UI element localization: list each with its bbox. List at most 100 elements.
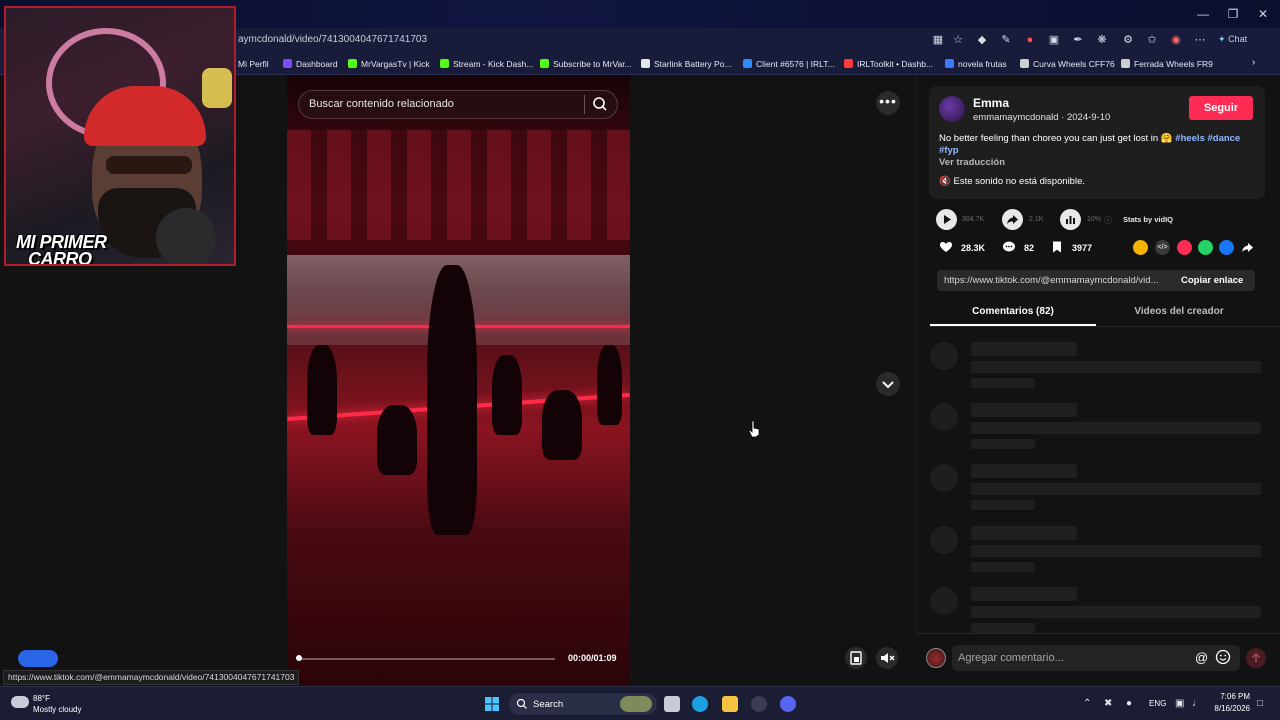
send-to-friends-icon[interactable] xyxy=(1177,240,1192,255)
video-link[interactable]: https://www.tiktok.com/@emmamaymcdonald/… xyxy=(944,275,1169,286)
comment-skeleton-line xyxy=(971,439,1035,449)
bookmark-item[interactable]: MrVargasTv | Kick xyxy=(348,57,430,71)
tab-creator-videos[interactable]: Videos del creador xyxy=(1096,306,1262,317)
author-avatar[interactable] xyxy=(939,96,965,122)
tab-divider xyxy=(930,326,1280,327)
volume-icon[interactable]: ♩ xyxy=(1192,698,1202,709)
cloud-icon[interactable] xyxy=(11,696,29,708)
stats-by-vidiq[interactable]: Stats by vidIQ xyxy=(1123,215,1173,224)
bookmark-item[interactable]: Ferrada Wheels FR9 xyxy=(1121,57,1213,71)
extension-box-icon[interactable]: ▣ xyxy=(1046,32,1062,48)
obs-icon[interactable] xyxy=(751,696,767,712)
maximize-icon[interactable]: ❐ xyxy=(1218,4,1248,24)
extension-pen-icon[interactable]: ✎ xyxy=(998,32,1014,48)
hashtag-link[interactable]: #dance xyxy=(1208,133,1241,144)
display-icon[interactable]: ▣ xyxy=(1175,698,1184,709)
clock-date[interactable]: 8/16/2026 xyxy=(1208,704,1250,713)
network-off-icon[interactable]: ✖ xyxy=(1104,698,1112,709)
more-options-button[interactable]: ••• xyxy=(876,91,900,115)
copy-link-button[interactable]: Copiar enlace xyxy=(1181,275,1243,286)
next-video-button[interactable] xyxy=(876,372,900,396)
bookmark-item[interactable]: Curva Wheels CFF76 xyxy=(1020,57,1115,71)
extension-gear-icon[interactable]: ❋ xyxy=(1094,32,1110,48)
mute-button[interactable] xyxy=(876,647,898,669)
clock-time[interactable]: 7:06 PM xyxy=(1212,692,1250,701)
embed-code-icon[interactable]: </> xyxy=(1155,240,1170,255)
video-progress-knob[interactable] xyxy=(296,655,302,661)
edge-browser-icon[interactable] xyxy=(692,696,708,712)
video-dancer xyxy=(597,345,622,425)
hashtag-link[interactable]: #fyp xyxy=(939,145,959,156)
send-comment-button[interactable] xyxy=(1246,648,1266,668)
engagement-stat[interactable] xyxy=(1060,209,1081,230)
task-view-icon[interactable] xyxy=(664,696,680,712)
bookmark-icon[interactable] xyxy=(1050,240,1064,254)
comment-skeleton-line xyxy=(971,545,1261,557)
keyboard-language[interactable]: ENG xyxy=(1149,699,1166,708)
chevron-down-icon xyxy=(882,381,894,389)
file-explorer-icon[interactable] xyxy=(722,696,738,712)
bookmark-label: Ferrada Wheels FR9 xyxy=(1134,59,1213,69)
more-share-icon[interactable] xyxy=(1240,240,1255,255)
related-search-placeholder[interactable]: Buscar contenido relacionado xyxy=(309,98,454,110)
windows-start-icon[interactable] xyxy=(484,696,500,712)
tab-comments[interactable]: Comentarios (82) xyxy=(930,306,1096,317)
more-menu-icon[interactable]: ⋯ xyxy=(1192,32,1208,48)
comment-skeleton-line xyxy=(971,378,1035,388)
plays-stat[interactable] xyxy=(936,209,957,230)
bookmark-label: Mi Perfil xyxy=(238,59,269,69)
hashtag-link[interactable]: #heels xyxy=(1175,133,1205,144)
close-icon[interactable]: ✕ xyxy=(1248,4,1278,24)
author-handle[interactable]: emmamaymcdonald · 2024-9-10 xyxy=(973,112,1110,123)
extension-pill[interactable] xyxy=(18,650,58,667)
bookmarks-chevron-icon[interactable]: › xyxy=(1252,57,1255,68)
shares-stat[interactable] xyxy=(1002,209,1023,230)
emoji-icon[interactable] xyxy=(1215,649,1231,665)
url-text[interactable]: aymcdonald/video/7413004047671741703 xyxy=(238,34,427,45)
video-progress-track[interactable] xyxy=(298,658,555,660)
facebook-icon[interactable] xyxy=(1219,240,1234,255)
shares-count: 2.1K xyxy=(1029,216,1044,223)
author-name[interactable]: Emma xyxy=(973,96,1009,110)
coin-share-icon[interactable] xyxy=(1133,240,1148,255)
discord-icon[interactable] xyxy=(780,696,796,712)
video-dancer xyxy=(307,345,337,435)
search-highlight-icon xyxy=(620,696,652,712)
bookmark-item[interactable]: Subscribe to MrVar... xyxy=(540,57,632,71)
bookmark-item[interactable]: novela frutas xyxy=(945,57,1007,71)
favorites-icon[interactable]: ✩ xyxy=(1144,32,1160,48)
bookmark-favicon-icon xyxy=(1121,59,1130,68)
info-icon[interactable]: ⓘ xyxy=(1104,215,1112,226)
video-player[interactable] xyxy=(287,75,630,685)
comment-skeleton-line xyxy=(971,342,1077,356)
extension-dropper-icon[interactable]: ✒ xyxy=(1070,32,1086,48)
heart-icon[interactable] xyxy=(939,240,953,254)
whatsapp-icon[interactable] xyxy=(1198,240,1213,255)
webcam-overlay: MI PRIMER CARRO xyxy=(4,6,236,266)
profile-avatar-icon[interactable]: ◉ xyxy=(1168,32,1184,48)
comment-icon[interactable] xyxy=(1002,240,1016,254)
follow-button[interactable]: Seguir xyxy=(1189,96,1253,120)
translate-link[interactable]: Ver traducción xyxy=(939,157,1005,168)
bookmark-item[interactable]: IRLToolkit • Dashb... xyxy=(844,57,933,71)
bookmark-item[interactable]: Client #6576 | IRLT... xyxy=(743,57,835,71)
extensions-icon[interactable]: ⚙ xyxy=(1120,32,1136,48)
mention-icon[interactable]: @ xyxy=(1195,650,1208,665)
taskbar-search-label[interactable]: Search xyxy=(533,699,563,710)
weather-temperature[interactable]: 88°F xyxy=(33,694,50,703)
picture-in-picture-button[interactable] xyxy=(845,647,867,669)
bookmark-item[interactable]: Starlink Battery Po... xyxy=(641,57,731,71)
bookmark-item[interactable]: Stream - Kick Dash... xyxy=(440,57,533,71)
notifications-icon[interactable]: □ xyxy=(1257,698,1263,709)
microphone-icon[interactable]: ● xyxy=(1126,698,1132,709)
copilot-chat-button[interactable]: ✦ Chat xyxy=(1218,34,1247,45)
apps-icon[interactable]: ▦ xyxy=(930,32,946,48)
minimize-icon[interactable]: — xyxy=(1188,4,1218,24)
search-icon[interactable] xyxy=(590,94,610,114)
favorite-star-icon[interactable]: ☆ xyxy=(950,32,966,48)
weather-description[interactable]: Mostly cloudy xyxy=(33,705,81,714)
extension-red-icon[interactable]: ● xyxy=(1022,32,1038,48)
tray-overflow-icon[interactable]: ⌃ xyxy=(1083,698,1091,709)
bookmark-item[interactable]: Dashboard xyxy=(283,57,338,71)
extension-diamond-icon[interactable]: ◆ xyxy=(974,32,990,48)
